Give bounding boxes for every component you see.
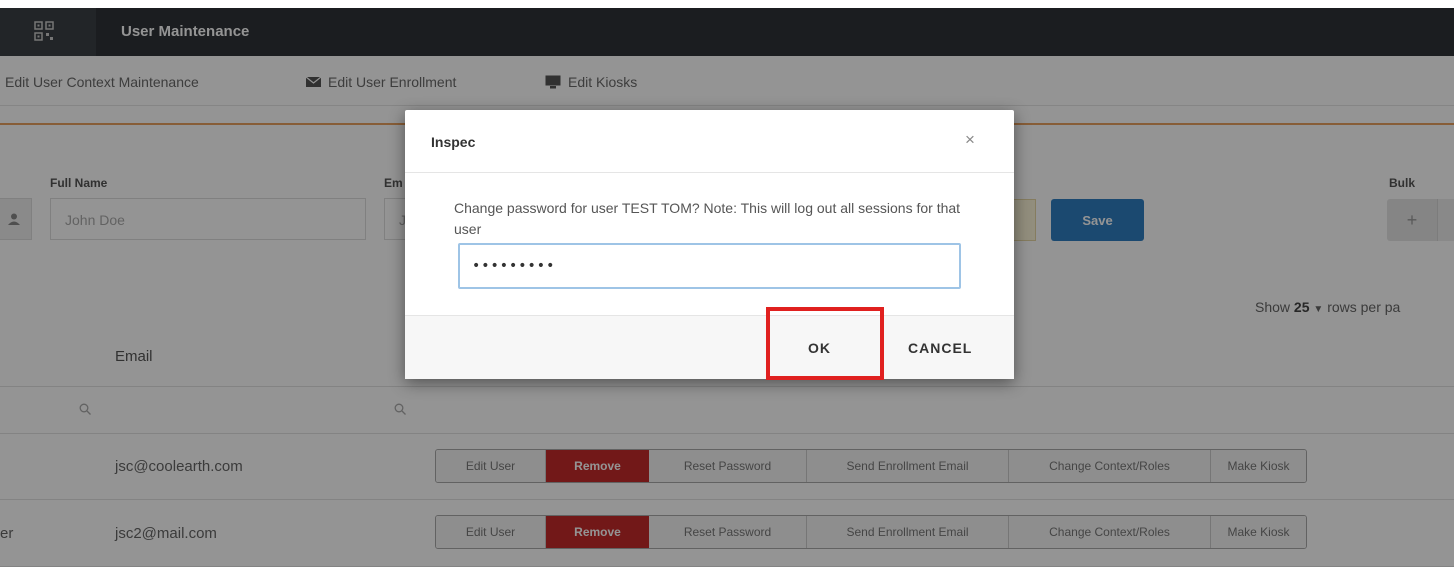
close-icon[interactable]: ×: [961, 130, 979, 150]
dialog-footer: OK CANCEL: [405, 315, 1014, 379]
new-password-input[interactable]: [458, 243, 961, 289]
dialog-message: Change password for user TEST TOM? Note:…: [454, 200, 961, 237]
change-password-dialog: Inspec × Change password for user TEST T…: [405, 110, 1014, 379]
dialog-header: Inspec ×: [405, 110, 1014, 173]
dialog-title: Inspec: [431, 134, 476, 150]
cancel-button[interactable]: CANCEL: [908, 340, 972, 356]
ok-button-highlight: [766, 307, 884, 380]
